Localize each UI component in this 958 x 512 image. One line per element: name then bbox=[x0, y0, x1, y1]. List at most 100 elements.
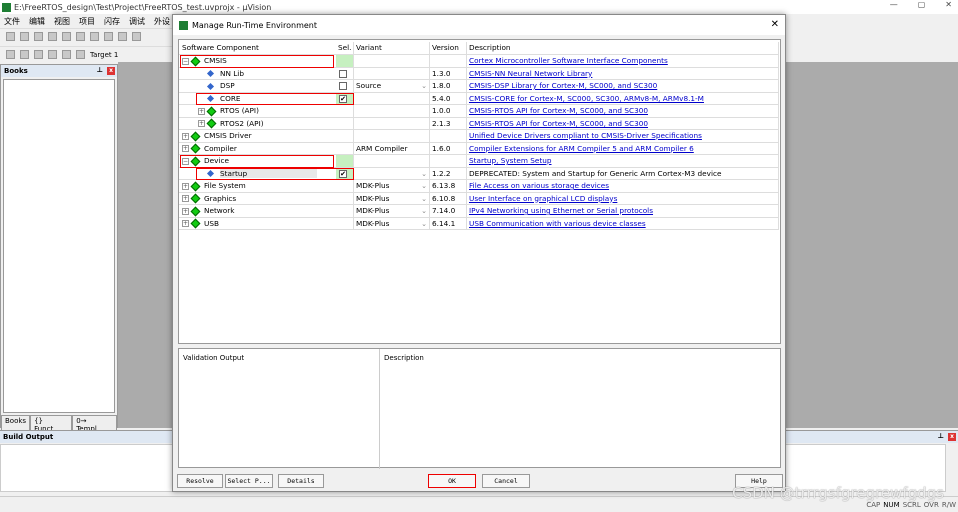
component-name-cell[interactable]: + Graphics bbox=[179, 193, 336, 205]
expand-icon[interactable]: + bbox=[182, 145, 189, 152]
variant-cell bbox=[354, 92, 430, 105]
description-link[interactable]: CMSIS-NN Neural Network Library bbox=[469, 69, 592, 78]
description-link[interactable]: Startup, System Setup bbox=[469, 156, 552, 165]
component-name-cell[interactable]: + USB bbox=[179, 218, 336, 230]
menu-item[interactable]: 项目 bbox=[79, 16, 95, 27]
description-link[interactable]: USB Communication with various device cl… bbox=[469, 219, 646, 228]
description-link[interactable]: CMSIS-CORE for Cortex-M, SC000, SC300, A… bbox=[469, 94, 704, 103]
dialog-close-button[interactable]: ✕ bbox=[771, 19, 779, 30]
expand-icon[interactable]: + bbox=[182, 195, 189, 202]
description-cell: IPv4 Networking using Ethernet or Serial… bbox=[467, 205, 779, 218]
component-row[interactable]: + File System MDK-Plus ⌄ 6.13.8 File Access o… bbox=[179, 180, 780, 193]
app-title-bar: E:\FreeRTOS_design\Test\Project\FreeRTOS… bbox=[0, 0, 958, 14]
component-row[interactable]: + RTOS2 (API) 2.1.3 CMSIS-RTOS API for Cort… bbox=[179, 117, 780, 130]
description-text: DEPRECATED: System and Startup for Gener… bbox=[469, 168, 722, 178]
sel-cell[interactable] bbox=[336, 205, 354, 218]
variant-cell[interactable]: MDK-Plus ⌄ bbox=[354, 192, 430, 205]
component-group-icon bbox=[190, 181, 201, 191]
close-button[interactable]: ✕ bbox=[945, 0, 952, 9]
description-link[interactable]: CMSIS-DSP Library for Cortex-M, SC000, a… bbox=[469, 81, 657, 90]
component-row[interactable]: Startup ✔ ⌄ 1.2.2 DEPRECATED: System and Sta… bbox=[179, 167, 780, 180]
details-button[interactable]: Details bbox=[278, 474, 324, 488]
component-row[interactable]: − CMSIS Cortex Microcontroller Software In… bbox=[179, 55, 780, 68]
description-link[interactable]: Compiler Extensions for ARM Compiler 5 a… bbox=[469, 144, 694, 153]
component-row[interactable]: + RTOS (API) 1.0.0 CMSIS-RTOS API for Corte… bbox=[179, 105, 780, 118]
component-row[interactable]: CORE ✔ 5.4.0 CMSIS-CORE for Cortex-M, SC000… bbox=[179, 92, 780, 105]
description-link[interactable]: CMSIS-RTOS API for Cortex-M, SC000, and … bbox=[469, 106, 648, 115]
expand-icon[interactable]: + bbox=[182, 220, 189, 227]
component-row[interactable]: + Compiler ARM Compiler 1.6.0 Compiler Exten… bbox=[179, 142, 780, 155]
component-row[interactable]: DSP Source ⌄ 1.8.0 CMSIS-DSP Library for Cor… bbox=[179, 80, 780, 93]
expand-icon[interactable]: + bbox=[198, 120, 205, 127]
expand-icon[interactable]: + bbox=[182, 132, 189, 140]
variant-cell[interactable]: MDK-Plus ⌄ bbox=[354, 205, 430, 218]
sel-cell[interactable] bbox=[336, 180, 354, 193]
cancel-button[interactable]: Cancel bbox=[482, 474, 530, 488]
component-name-cell[interactable]: + CMSIS Driver bbox=[179, 130, 336, 143]
variant-cell[interactable]: MDK-Plus ⌄ bbox=[354, 217, 430, 230]
sel-cell[interactable] bbox=[336, 192, 354, 205]
resolve-button[interactable]: Resolve bbox=[177, 474, 223, 488]
component-name-cell[interactable]: + Network bbox=[179, 205, 336, 218]
component-row[interactable]: − Device Startup, System Setup bbox=[179, 155, 780, 168]
description-link[interactable]: User Interface on graphical LCD displays bbox=[469, 194, 617, 203]
sel-cell[interactable] bbox=[336, 67, 354, 80]
pin-icon[interactable]: ⊥ bbox=[938, 432, 944, 440]
variant-cell[interactable]: MDK-Plus ⌄ bbox=[354, 180, 430, 193]
description-link[interactable]: Cortex Microcontroller Software Interfac… bbox=[469, 56, 668, 65]
description-link[interactable]: IPv4 Networking using Ethernet or Serial… bbox=[469, 206, 653, 215]
chevron-down-icon[interactable]: ⌄ bbox=[421, 168, 427, 180]
chevron-down-icon[interactable]: ⌄ bbox=[421, 205, 427, 217]
maximize-button[interactable]: ▢ bbox=[918, 0, 926, 9]
component-name-cell[interactable]: NN Lib bbox=[179, 68, 336, 80]
menu-item[interactable]: 外设 bbox=[154, 16, 170, 27]
chevron-down-icon[interactable]: ⌄ bbox=[421, 193, 427, 205]
ok-button[interactable]: OK bbox=[428, 474, 476, 488]
sel-cell[interactable] bbox=[336, 55, 354, 68]
menu-item[interactable]: 闪存 bbox=[104, 16, 120, 27]
description-link[interactable]: File Access on various storage devices bbox=[469, 181, 609, 190]
sel-cell[interactable] bbox=[336, 117, 354, 130]
variant-cell[interactable]: ⌄ bbox=[354, 167, 430, 180]
menu-item[interactable]: 编辑 bbox=[29, 16, 45, 27]
target-select[interactable]: Target 1 bbox=[90, 51, 118, 59]
chevron-down-icon[interactable]: ⌄ bbox=[421, 180, 427, 192]
expand-icon[interactable]: + bbox=[182, 207, 189, 215]
select-checkbox[interactable] bbox=[339, 69, 347, 78]
menu-item[interactable]: 文件 bbox=[4, 16, 20, 27]
description-link[interactable]: Unified Device Drivers compliant to CMSI… bbox=[469, 131, 702, 140]
component-name-cell[interactable]: + Compiler bbox=[179, 143, 336, 155]
component-name-cell[interactable]: + RTOS (API) bbox=[179, 105, 336, 118]
close-panel-icon[interactable]: x bbox=[948, 433, 956, 441]
sel-cell[interactable] bbox=[336, 155, 354, 168]
expand-icon[interactable]: + bbox=[198, 107, 205, 115]
sel-cell[interactable] bbox=[336, 80, 354, 93]
chevron-down-icon[interactable]: ⌄ bbox=[421, 218, 427, 230]
component-name-cell[interactable]: + RTOS2 (API) bbox=[179, 118, 336, 130]
sel-cell[interactable] bbox=[336, 217, 354, 230]
sel-cell[interactable] bbox=[336, 142, 354, 155]
variant-cell[interactable]: Source ⌄ bbox=[354, 80, 430, 93]
component-row[interactable]: + Graphics MDK-Plus ⌄ 6.10.8 User Interface o… bbox=[179, 192, 780, 205]
sel-cell[interactable] bbox=[336, 130, 354, 143]
expand-icon[interactable]: + bbox=[182, 182, 189, 190]
menu-item[interactable]: 视图 bbox=[54, 16, 70, 27]
close-panel-icon[interactable]: x bbox=[107, 67, 115, 75]
description-link[interactable]: CMSIS-RTOS API for Cortex-M, SC000, and … bbox=[469, 119, 648, 128]
pin-icon[interactable]: ⊥ bbox=[97, 66, 103, 74]
component-row[interactable]: + CMSIS Driver Unified Device Drivers comp… bbox=[179, 130, 780, 143]
sel-cell[interactable] bbox=[336, 105, 354, 118]
menu-item[interactable]: 调试 bbox=[129, 16, 145, 27]
component-row[interactable]: + USB MDK-Plus ⌄ 6.14.1 USB Communication wit… bbox=[179, 217, 780, 230]
component-name-cell[interactable]: + File System bbox=[179, 180, 336, 193]
select-packs-button[interactable]: Select P... bbox=[225, 474, 273, 488]
component-row[interactable]: + Network MDK-Plus ⌄ 7.14.0 IPv4 Networking u… bbox=[179, 205, 780, 218]
variant-cell bbox=[354, 155, 430, 168]
chevron-down-icon[interactable]: ⌄ bbox=[421, 80, 427, 92]
component-name-cell[interactable]: DSP bbox=[179, 80, 336, 93]
component-name: DSP bbox=[220, 81, 235, 90]
component-row[interactable]: NN Lib 1.3.0 CMSIS-NN Neural Network Libra… bbox=[179, 67, 780, 80]
description-cell: CMSIS-RTOS API for Cortex-M, SC000, and … bbox=[467, 117, 779, 130]
select-checkbox[interactable] bbox=[339, 82, 347, 90]
minimize-button[interactable]: — bbox=[890, 0, 898, 9]
